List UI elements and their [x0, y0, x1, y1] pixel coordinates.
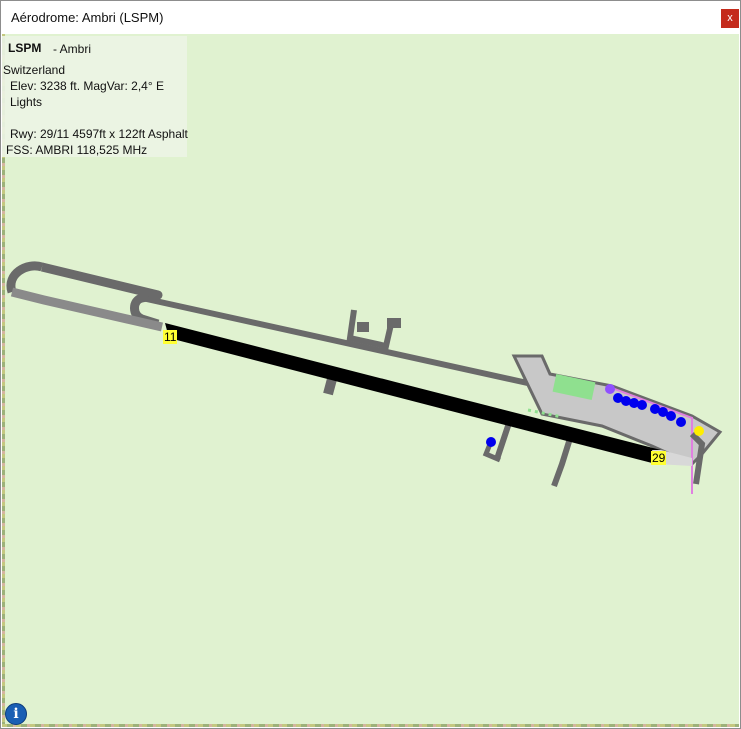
title-bar[interactable]: Aérodrome: Ambri (LSPM) x: [1, 1, 740, 34]
hangar-north-2: [387, 318, 401, 328]
fss-frequency: FSS: AMBRI 118,525 MHz: [6, 143, 148, 157]
icao-code: LSPM: [8, 41, 42, 55]
runway-info: Rwy: 29/11 4597ft x 122ft Asphalt: [10, 127, 188, 141]
parking-spot: [637, 400, 647, 410]
parking-spot: [486, 437, 496, 447]
lights: Lights: [10, 95, 43, 109]
hangar-north-1: [357, 322, 369, 332]
parking-spot: [666, 411, 676, 421]
close-icon: x: [727, 12, 733, 24]
taxiway-connector-north: [346, 309, 395, 350]
airport-info-panel: LSPM - Ambri Switzerland Elev: 3238 ft. …: [2, 36, 188, 157]
country: Switzerland: [3, 63, 66, 77]
taxiway-west-end: [6, 261, 44, 294]
airport-name: - Ambri: [53, 42, 92, 56]
parking-spot: [676, 417, 686, 427]
info-button[interactable]: i: [5, 703, 27, 725]
taxiway-connector-south: [323, 377, 337, 396]
runway-11-label: 11: [163, 330, 178, 344]
window-title: Aérodrome: Ambri (LSPM): [11, 10, 164, 25]
parking-spot-fuel: [694, 426, 704, 436]
parking-spot: [605, 384, 615, 394]
airport-map[interactable]: 11 29 LSPM - Ambri Switzerland Elev: 323…: [2, 34, 739, 727]
close-button[interactable]: x: [721, 9, 739, 28]
info-icon: i: [13, 706, 19, 722]
aerodrome-window: Aérodrome: Ambri (LSPM) x 11 29 LSPM - A…: [0, 0, 741, 729]
elevation-magvar: Elev: 3238 ft. MagVar: 2,4° E: [10, 79, 164, 93]
runway-29-label: 29: [651, 451, 667, 465]
